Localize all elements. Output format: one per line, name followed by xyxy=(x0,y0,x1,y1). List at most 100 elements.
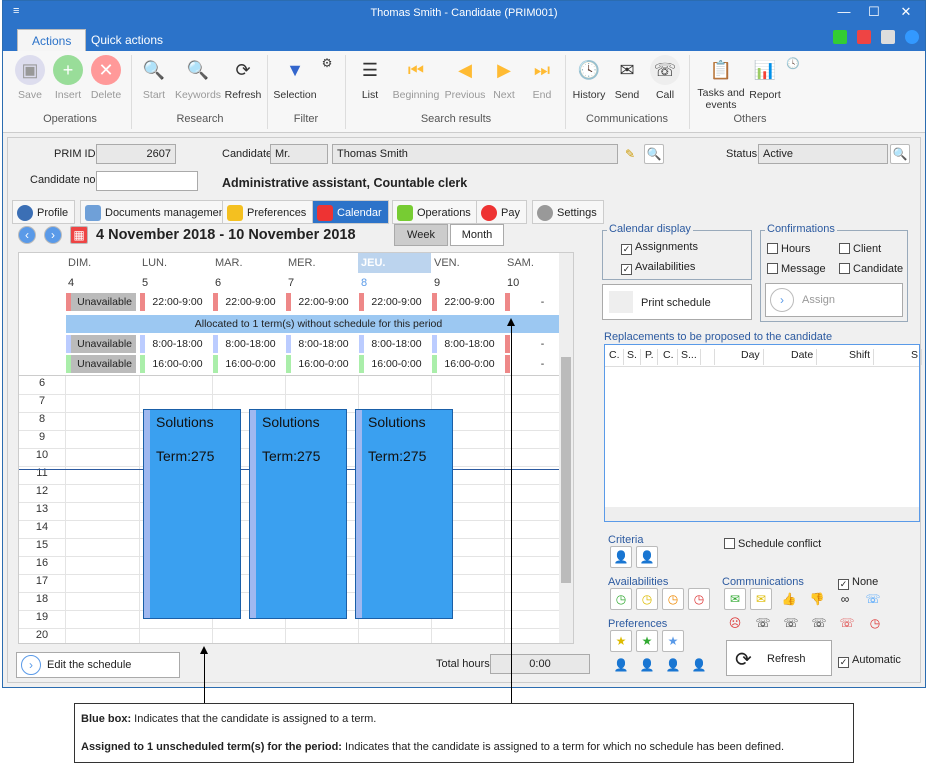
phone-missed-icon[interactable]: ☏ xyxy=(808,612,830,634)
week-view-button[interactable]: Week xyxy=(394,224,448,246)
candidate-title-field[interactable]: Mr. xyxy=(270,144,328,164)
column-header[interactable]: Date xyxy=(791,349,818,365)
star-green-icon[interactable]: ★ xyxy=(636,630,658,652)
availability-cell[interactable]: 8:00-18:00 xyxy=(359,335,429,353)
edit-schedule-button[interactable]: › Edit the schedule xyxy=(16,652,180,678)
status-search-icon[interactable]: 🔍 xyxy=(890,144,910,164)
person-red-icon[interactable]: 👤 xyxy=(688,654,710,676)
assign-button[interactable]: › Assign xyxy=(765,283,903,317)
assignments-checkbox[interactable]: ✓ Assignments xyxy=(621,241,698,255)
tasks-events-button[interactable]: 📋 Tasks and events xyxy=(695,55,747,112)
criteria-person-green-icon[interactable]: 👤 xyxy=(610,546,632,568)
day-header[interactable]: VEN. xyxy=(431,253,504,273)
today-calendar-icon[interactable]: ▦ xyxy=(70,226,88,244)
candidate-no-field[interactable] xyxy=(96,171,198,191)
availability-cell[interactable]: 8:00-18:00 xyxy=(432,335,502,353)
message-icon[interactable]: ✉ xyxy=(750,588,772,610)
scroll-thumb[interactable] xyxy=(561,357,571,583)
phone-check-icon[interactable]: ☏ xyxy=(752,612,774,634)
calendar-scrollbar[interactable] xyxy=(559,253,573,643)
availability-cell[interactable]: 16:00-0:00 xyxy=(359,355,429,373)
availability-yellow-clock-icon[interactable]: ◷ xyxy=(636,588,658,610)
availability-cell[interactable]: 16:00-0:00 xyxy=(140,355,210,373)
phone-red-icon[interactable]: ☏ xyxy=(836,612,858,634)
day-header[interactable]: MER. xyxy=(285,253,358,273)
clock-red-icon[interactable]: ◷ xyxy=(864,612,886,634)
column-header[interactable]: S xyxy=(911,349,923,365)
availability-cell[interactable]: 16:00-0:00 xyxy=(286,355,356,373)
availability-orange-clock-icon[interactable]: ◷ xyxy=(662,588,684,610)
email-icon[interactable]: ✉ xyxy=(724,588,746,610)
refresh-button[interactable]: ⟳ Refresh xyxy=(223,55,263,102)
call-button[interactable]: ☏ Call xyxy=(649,55,681,101)
column-header[interactable]: S... xyxy=(681,349,701,365)
availability-cell[interactable]: 16:00-0:00 xyxy=(213,355,283,373)
selection-button[interactable]: ▼ Selection xyxy=(271,55,319,102)
refresh-candidates-button[interactable]: ⟳ Refresh xyxy=(726,640,832,676)
previous-button[interactable]: ◀ Previous xyxy=(443,55,487,102)
status-field[interactable]: Active xyxy=(758,144,888,164)
lookup-icon[interactable]: 🔍 xyxy=(644,144,664,164)
calculator-icon[interactable] xyxy=(832,30,847,44)
beginning-button[interactable]: ⏮ Beginning xyxy=(389,55,443,102)
phone-blue-icon[interactable]: ☏ xyxy=(862,588,884,610)
criteria-person-red-icon[interactable]: 👤 xyxy=(636,546,658,568)
keywords-button[interactable]: 🔍 Keywords xyxy=(173,55,223,102)
star-yellow-icon[interactable]: ★ xyxy=(610,630,632,652)
close-button[interactable]: ✕ xyxy=(891,4,921,20)
day-header[interactable]: MAR. xyxy=(212,253,285,273)
voicemail-icon[interactable]: ∞ xyxy=(834,588,856,610)
edit-pencil-icon[interactable]: ✎ xyxy=(620,144,640,164)
person-heart-icon[interactable]: 👤 xyxy=(610,654,632,676)
candidate-name-field[interactable]: Thomas Smith xyxy=(332,144,618,164)
tab-profile[interactable]: Profile xyxy=(12,200,76,224)
hours-checkbox[interactable]: Hours xyxy=(767,243,810,255)
print-icon[interactable] xyxy=(880,30,895,44)
availability-cell[interactable]: 22:00-9:00 xyxy=(286,293,356,311)
term-assignment-block[interactable]: Solutions Term:275 xyxy=(355,409,453,619)
tab-actions[interactable]: Actions xyxy=(17,29,87,51)
send-button[interactable]: ✉ Send xyxy=(611,55,643,102)
print-schedule-button[interactable]: Print schedule xyxy=(602,284,752,320)
save-button[interactable]: ▣ Save xyxy=(13,55,47,101)
availability-cell[interactable]: 22:00-9:00 xyxy=(140,293,210,311)
history-button[interactable]: 🕓 History xyxy=(571,55,607,102)
next-week-icon[interactable]: › xyxy=(44,226,62,244)
start-button[interactable]: 🔍 Start xyxy=(137,55,171,102)
column-header[interactable]: S. xyxy=(627,349,641,365)
column-header[interactable]: C. xyxy=(663,349,678,365)
availability-green-clock-icon[interactable]: ◷ xyxy=(610,588,632,610)
tab-settings[interactable]: Settings xyxy=(532,200,604,224)
candidate-checkbox[interactable]: Candidate xyxy=(839,263,903,275)
sad-face-icon[interactable]: ☹ xyxy=(724,612,746,634)
tab-operations[interactable]: Operations xyxy=(392,200,478,224)
thumbs-up-icon[interactable]: 👍 xyxy=(778,588,800,610)
replacements-hscroll[interactable] xyxy=(605,507,919,521)
person-green-icon[interactable]: 👤 xyxy=(636,654,658,676)
column-header[interactable]: Day xyxy=(741,349,764,365)
availability-red-clock-icon[interactable]: ◷ xyxy=(688,588,710,610)
insert-button[interactable]: + Insert xyxy=(51,55,85,101)
maximize-button[interactable]: ☐ xyxy=(859,4,889,20)
day-header[interactable]: DIM. xyxy=(65,253,138,273)
availability-cell[interactable]: 8:00-18:00 xyxy=(140,335,210,353)
delete-button[interactable]: ✕ Delete xyxy=(89,55,123,101)
prim-id-field[interactable]: 2607 xyxy=(96,144,176,164)
unscheduled-term-banner[interactable]: Allocated to 1 term(s) without schedule … xyxy=(66,315,571,333)
list-button[interactable]: ☰ List xyxy=(355,55,385,102)
tab-calendar[interactable]: Calendar xyxy=(312,200,389,224)
prev-week-icon[interactable]: ‹ xyxy=(18,226,36,244)
unavailable-cell[interactable]: Unavailable xyxy=(66,293,136,311)
thumbs-down-icon[interactable]: 👎 xyxy=(806,588,828,610)
automatic-checkbox[interactable]: ✓ Automatic xyxy=(838,654,901,668)
next-button[interactable]: ▶ Next xyxy=(489,55,519,102)
column-header[interactable] xyxy=(711,349,715,365)
unavailable-cell[interactable]: Unavailable xyxy=(66,335,136,353)
calendar-icon[interactable] xyxy=(856,30,871,44)
tab-quick-actions[interactable]: Quick actions xyxy=(77,29,177,51)
star-blue-icon[interactable]: ★ xyxy=(662,630,684,652)
column-header[interactable]: C. xyxy=(609,349,624,365)
filter-settings-button[interactable]: ⚙ xyxy=(319,55,335,75)
term-assignment-block[interactable]: Solutions Term:275 xyxy=(143,409,241,619)
client-checkbox[interactable]: Client xyxy=(839,243,881,255)
